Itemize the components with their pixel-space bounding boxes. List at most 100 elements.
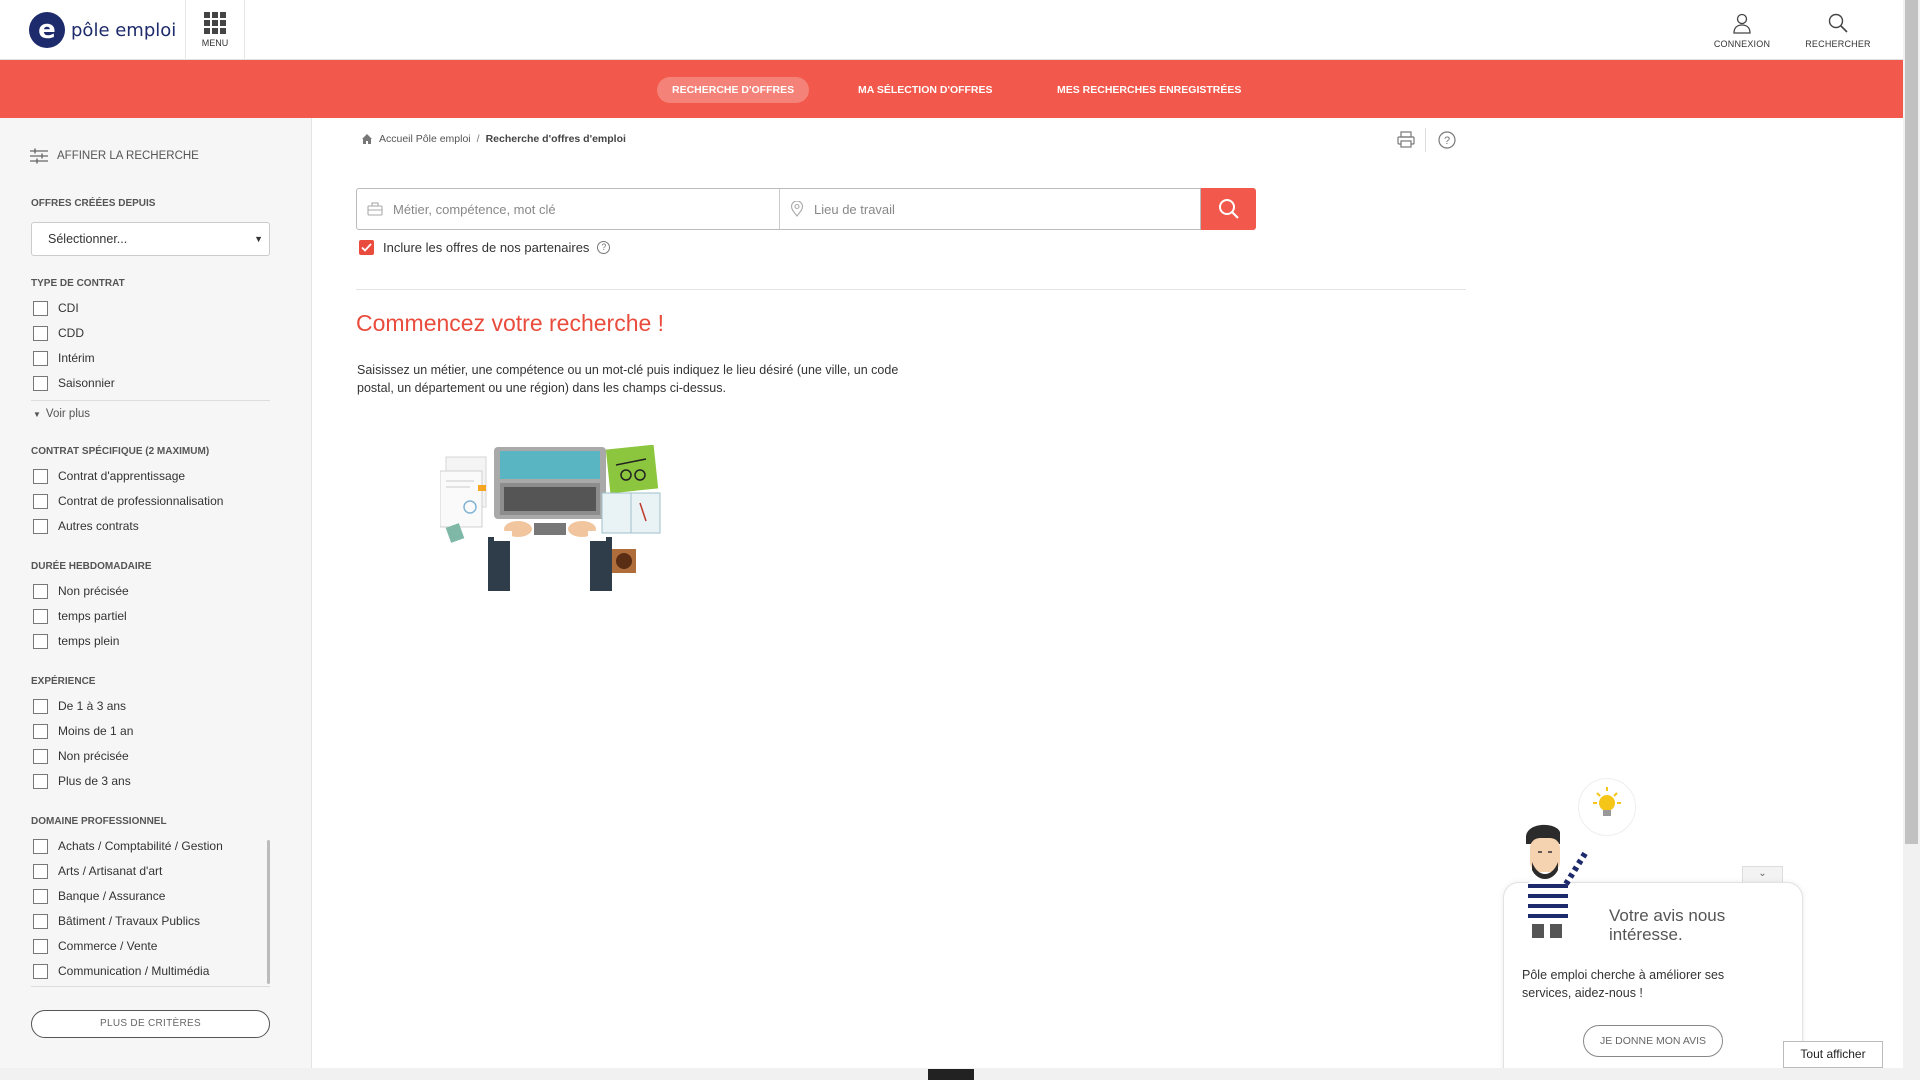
breadcrumb-home[interactable]: Accueil Pôle emploi xyxy=(379,133,471,145)
filter-sidebar: AFFINER LA RECHERCHE OFFRES CRÉÉES DEPUI… xyxy=(0,118,312,1070)
rechercher-label: RECHERCHER xyxy=(1805,38,1871,49)
checkbox-box[interactable] xyxy=(33,938,48,954)
search-submit-button[interactable] xyxy=(1201,188,1256,230)
tout-afficher-button[interactable]: Tout afficher xyxy=(1783,1041,1883,1068)
domaine-scrollbar[interactable] xyxy=(267,840,270,984)
rechercher-button[interactable]: RECHERCHER xyxy=(1798,0,1878,60)
checkbox-box[interactable] xyxy=(33,375,48,391)
type-contrat-label: TYPE DE CONTRAT xyxy=(31,278,125,289)
checkbox-label: Achats / Comptabilité / Gestion xyxy=(58,839,223,853)
checkbox-arts[interactable]: Arts / Artisanat d'art xyxy=(33,863,162,879)
offres-since-label: OFFRES CRÉÉES DEPUIS xyxy=(31,198,156,209)
checkbox-box[interactable] xyxy=(33,325,48,341)
checkbox-communication[interactable]: Communication / Multimédia xyxy=(33,963,209,979)
checkbox-box[interactable] xyxy=(33,913,48,929)
page-heading: Commencez votre recherche ! xyxy=(356,310,665,336)
checkbox-box[interactable] xyxy=(33,773,48,789)
checkbox-cdd[interactable]: CDD xyxy=(33,325,84,341)
affiner-title: AFFINER LA RECHERCHE xyxy=(30,148,199,164)
duree-label: DURÉE HEBDOMADAIRE xyxy=(31,561,152,572)
checkbox-achats[interactable]: Achats / Comptabilité / Gestion xyxy=(33,838,223,854)
checkbox-autres-contrats[interactable]: Autres contrats xyxy=(33,518,139,534)
checkbox-box[interactable] xyxy=(33,838,48,854)
desk-laptop-illustration xyxy=(440,445,661,591)
checkbox-box[interactable] xyxy=(33,723,48,739)
lieu-placeholder: Lieu de travail xyxy=(814,201,895,217)
help-icon[interactable]: ? xyxy=(1437,130,1457,150)
lieu-field[interactable]: Lieu de travail xyxy=(790,189,1190,229)
metier-placeholder: Métier, compétence, mot clé xyxy=(393,201,556,217)
partners-checkbox-row[interactable]: Inclure les offres de nos partenaires ? xyxy=(359,240,611,255)
home-icon[interactable] xyxy=(361,133,373,145)
menu-button[interactable]: MENU xyxy=(185,0,245,60)
checkbox-box[interactable] xyxy=(33,518,48,534)
section-divider xyxy=(356,289,1466,290)
checkbox-duree-non-precisee[interactable]: Non précisée xyxy=(33,583,129,599)
toolbar-divider xyxy=(1425,128,1426,152)
checkbox-label: Communication / Multimédia xyxy=(58,964,210,978)
checkmark-icon xyxy=(361,243,372,252)
tab-ma-selection[interactable]: MA SÉLECTION D'OFFRES xyxy=(843,77,1008,103)
voir-plus-link[interactable]: ▼ Voir plus xyxy=(33,408,90,420)
tab-mes-recherches[interactable]: MES RECHERCHES ENREGISTRÉES xyxy=(1042,77,1256,103)
metier-field[interactable]: Métier, compétence, mot clé xyxy=(367,189,777,229)
breadcrumb: Accueil Pôle emploi / Recherche d'offres… xyxy=(361,133,626,145)
checkbox-box[interactable] xyxy=(33,698,48,714)
checkbox-label: Commerce / Vente xyxy=(58,939,158,953)
checkbox-batiment[interactable]: Bâtiment / Travaux Publics xyxy=(33,913,200,929)
checkbox-box[interactable] xyxy=(33,350,48,366)
checkbox-interim[interactable]: Intérim xyxy=(33,350,95,366)
checkbox-apprentissage[interactable]: Contrat d'apprentissage xyxy=(33,468,185,484)
checkbox-commerce[interactable]: Commerce / Vente xyxy=(33,938,157,954)
checkbox-box[interactable] xyxy=(33,963,48,979)
checkbox-temps-partiel[interactable]: temps partiel xyxy=(33,608,127,624)
plus-de-criteres-button[interactable]: PLUS DE CRITÈRES xyxy=(31,1010,270,1038)
checkbox-plus-3-ans[interactable]: Plus de 3 ans xyxy=(33,773,131,789)
experience-label: EXPÉRIENCE xyxy=(31,676,96,687)
checkbox-box[interactable] xyxy=(33,888,48,904)
je-donne-mon-avis-button[interactable]: JE DONNE MON AVIS xyxy=(1583,1025,1723,1057)
checkbox-cdi[interactable]: CDI xyxy=(33,300,79,316)
checkbox-label: Contrat d'apprentissage xyxy=(58,469,186,483)
horizontal-scrollbar-thumb[interactable] xyxy=(928,1069,974,1080)
checkbox-box[interactable] xyxy=(33,748,48,764)
mascot-illustration xyxy=(1526,824,1589,938)
checkbox-banque[interactable]: Banque / Assurance xyxy=(33,888,165,904)
feedback-collapse-button[interactable]: ⌄ xyxy=(1742,866,1783,882)
intro-text: Saisissez un métier, une compétence ou u… xyxy=(357,363,899,395)
briefcase-icon xyxy=(367,202,383,216)
question-icon[interactable]: ? xyxy=(597,241,611,254)
checkbox-professionnalisation[interactable]: Contrat de professionnalisation xyxy=(33,493,223,509)
search-divider xyxy=(779,189,780,229)
checkbox-moins-1-an[interactable]: Moins de 1 an xyxy=(33,723,133,739)
page-scrollbar-thumb[interactable] xyxy=(1905,0,1918,844)
checkbox-box[interactable] xyxy=(33,300,48,316)
partners-checkbox[interactable] xyxy=(359,240,374,255)
location-pin-icon xyxy=(790,201,804,217)
menu-label: MENU xyxy=(201,38,229,48)
checkbox-exp-non-precisee[interactable]: Non précisée xyxy=(33,748,129,764)
logo-text: pôle emploi xyxy=(71,19,177,41)
print-icon[interactable] xyxy=(1396,130,1416,150)
tab-recherche-offres[interactable]: RECHERCHE D'OFFRES xyxy=(657,77,810,103)
checkbox-box[interactable] xyxy=(33,608,48,624)
checkbox-temps-plein[interactable]: temps plein xyxy=(33,633,119,649)
offres-since-select[interactable]: Sélectionner... ▼ xyxy=(31,222,270,256)
checkbox-box[interactable] xyxy=(33,493,48,509)
checkbox-box[interactable] xyxy=(33,468,48,484)
checkbox-saisonnier[interactable]: Saisonnier xyxy=(33,375,115,391)
connexion-label: CONNEXION xyxy=(1713,38,1771,49)
divider xyxy=(31,400,270,401)
offres-since-value: Sélectionner... xyxy=(48,232,128,246)
dropdown-caret-icon: ▼ xyxy=(254,234,263,244)
svg-text:?: ? xyxy=(1444,135,1450,147)
checkbox-box[interactable] xyxy=(33,863,48,879)
contrat-specifique-label: CONTRAT SPÉCIFIQUE (2 MAXIMUM) xyxy=(31,446,210,457)
pole-emploi-logo[interactable]: e pôle emploi xyxy=(29,12,176,48)
connexion-button[interactable]: CONNEXION xyxy=(1707,0,1777,60)
checkbox-label: Autres contrats xyxy=(58,519,139,533)
checkbox-box[interactable] xyxy=(33,583,48,599)
checkbox-box[interactable] xyxy=(33,633,48,649)
checkbox-label: Banque / Assurance xyxy=(58,889,166,903)
checkbox-1-3-ans[interactable]: De 1 à 3 ans xyxy=(33,698,126,714)
